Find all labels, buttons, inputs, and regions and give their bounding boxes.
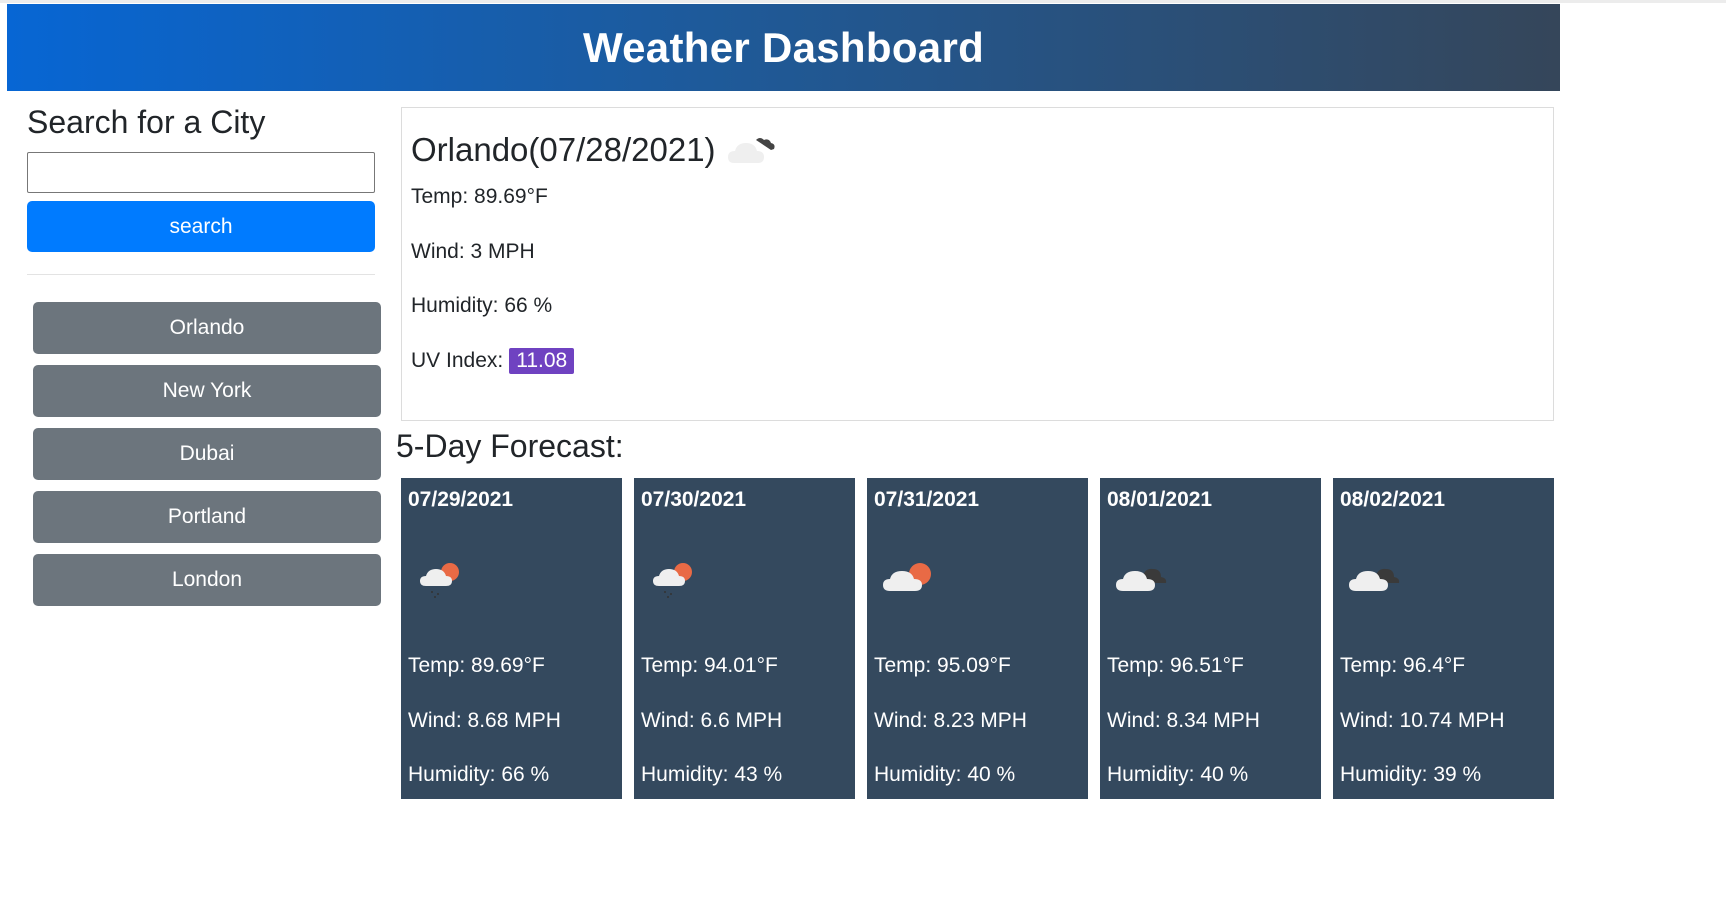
forecast-cards: 07/29/2021 Temp: 89.69°F Wind: 8.68 MPH …	[401, 478, 1554, 799]
city-button-dubai[interactable]: Dubai	[33, 428, 381, 480]
forecast-date: 07/29/2021	[408, 488, 514, 511]
city-button-new-york[interactable]: New York	[33, 365, 381, 417]
forecast-card: 07/31/2021 Temp: 95.09°F Wind: 8.23 MPH …	[867, 478, 1088, 799]
forecast-temp: Temp: 95.09°F	[874, 654, 1011, 678]
overcast-clouds-icon	[1349, 568, 1400, 591]
forecast-card: 08/02/2021 Temp: 96.4°F Wind: 10.74 MPH …	[1333, 478, 1554, 799]
page-title: Weather Dashboard	[582, 23, 985, 71]
forecast-humidity: Humidity: 43 %	[641, 763, 783, 787]
light-rain-sun-icon	[420, 563, 459, 598]
forecast-humidity: Humidity: 40 %	[1107, 763, 1249, 787]
current-temp: Temp: 89.69°F	[411, 185, 548, 209]
forecast-humidity: Humidity: 40 %	[874, 763, 1016, 787]
forecast-wind: Wind: 8.34 MPH	[1107, 708, 1260, 732]
forecast-wind: Wind: 8.23 MPH	[874, 708, 1027, 732]
search-sidebar: Search for a City search Orlando New Yor…	[27, 100, 381, 617]
forecast-date: 07/31/2021	[874, 488, 980, 511]
forecast-title: 5-Day Forecast:	[396, 428, 624, 464]
few-clouds-sun-icon	[883, 563, 931, 591]
light-rain-sun-icon	[653, 563, 692, 598]
forecast-date: 07/30/2021	[641, 488, 747, 511]
broken-clouds-icon	[727, 138, 775, 163]
forecast-card: 08/01/2021 Temp: 96.51°F Wind: 8.34 MPH …	[1100, 478, 1321, 799]
city-button-orlando[interactable]: Orlando	[33, 302, 381, 354]
forecast-temp: Temp: 89.69°F	[408, 654, 545, 678]
forecast-humidity: Humidity: 39 %	[1340, 763, 1482, 787]
search-history-list: Orlando New York Dubai Portland London	[33, 302, 381, 606]
forecast-card: 07/29/2021 Temp: 89.69°F Wind: 8.68 MPH …	[401, 478, 622, 799]
forecast-date: 08/01/2021	[1107, 488, 1213, 511]
forecast-card: 07/30/2021 Temp: 94.01°F Wind: 6.6 MPH H…	[634, 478, 855, 799]
forecast-wind: Wind: 6.6 MPH	[641, 708, 783, 732]
search-button[interactable]: search	[27, 201, 375, 252]
forecast-temp: Temp: 94.01°F	[641, 654, 778, 678]
city-button-portland[interactable]: Portland	[33, 491, 381, 543]
current-humidity: Humidity: 66 %	[411, 294, 553, 318]
uv-badge: 11.08	[509, 347, 575, 374]
search-heading: Search for a City	[27, 104, 266, 140]
forecast-humidity: Humidity: 66 %	[408, 763, 550, 787]
forecast-temp: Temp: 96.4°F	[1340, 654, 1466, 678]
overcast-clouds-icon	[1116, 568, 1167, 591]
browser-edge	[0, 0, 1726, 3]
forecast-wind: Wind: 8.68 MPH	[408, 708, 561, 732]
current-city-title: Orlando(07/28/2021)	[411, 131, 716, 168]
forecast-date: 08/02/2021	[1340, 488, 1446, 511]
current-weather-card: Orlando(07/28/2021) Temp: 89.69°F Wind: …	[401, 107, 1554, 421]
forecast-temp: Temp: 96.51°F	[1107, 654, 1244, 678]
city-search-input[interactable]	[27, 152, 375, 193]
page-header: Weather Dashboard	[7, 4, 1560, 91]
current-uv-index: UV Index: 11.08	[411, 334, 1553, 389]
divider	[27, 274, 375, 275]
uv-label: UV Index:	[411, 348, 504, 372]
city-button-london[interactable]: London	[33, 554, 381, 606]
current-wind: Wind: 3 MPH	[411, 239, 535, 263]
forecast-wind: Wind: 10.74 MPH	[1340, 708, 1505, 732]
